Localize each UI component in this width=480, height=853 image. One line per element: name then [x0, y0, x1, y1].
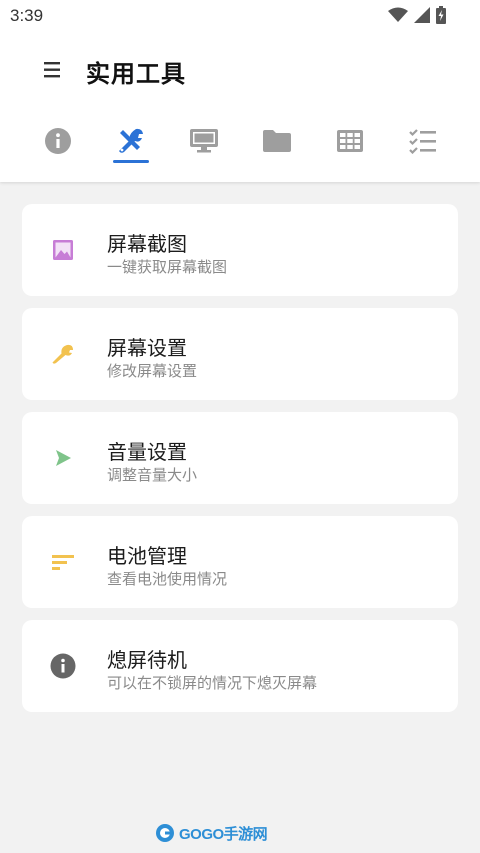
watermark-text: GOGO手游网	[179, 825, 268, 843]
tab-files[interactable]	[257, 124, 297, 158]
card-subtitle: 可以在不锁屏的情况下熄灭屏幕	[107, 674, 318, 692]
card-subtitle: 一键获取屏幕截图	[107, 258, 228, 276]
tab-tasks[interactable]	[403, 124, 443, 158]
folder-icon	[263, 130, 291, 152]
tab-selected-indicator	[113, 160, 149, 163]
card-title: 音量设置	[107, 440, 187, 464]
signal-icon	[414, 7, 430, 23]
card-volume-settings[interactable]: 音量设置 调整音量大小	[22, 412, 458, 504]
info-icon	[50, 653, 76, 679]
card-subtitle: 调整音量大小	[107, 466, 198, 484]
menu-button[interactable]	[40, 58, 66, 82]
card-icon	[50, 237, 76, 263]
tab-apps[interactable]	[330, 124, 370, 158]
monitor-icon	[190, 129, 218, 153]
status-icons	[388, 6, 446, 24]
card-icon	[50, 549, 76, 575]
wifi-icon	[388, 7, 408, 22]
tab-bar	[0, 118, 480, 168]
card-title: 熄屏待机	[107, 648, 187, 672]
hamburger-menu-icon	[44, 62, 60, 78]
card-screen-settings[interactable]: 屏幕设置 修改屏幕设置	[22, 308, 458, 400]
checklist-icon	[409, 129, 436, 154]
battery-icon	[436, 6, 446, 24]
card-icon	[50, 445, 76, 471]
card-subtitle: 修改屏幕设置	[107, 362, 198, 380]
tab-display[interactable]	[184, 124, 224, 158]
info-icon	[45, 128, 71, 154]
card-icon	[50, 341, 76, 367]
image-icon	[53, 240, 73, 260]
status-time: 3:39	[10, 6, 44, 25]
tab-info[interactable]	[38, 124, 78, 158]
grid-icon	[337, 130, 363, 152]
sort-lines-icon	[52, 555, 74, 570]
wrench-icon	[52, 344, 73, 364]
watermark: GOGO手游网	[154, 822, 268, 844]
tab-tools[interactable]	[111, 124, 151, 158]
card-screenshot[interactable]: 屏幕截图 一键获取屏幕截图	[22, 204, 458, 296]
card-title: 电池管理	[107, 544, 187, 568]
card-screen-off-standby[interactable]: 熄屏待机 可以在不锁屏的情况下熄灭屏幕	[22, 620, 458, 712]
play-icon	[56, 450, 71, 466]
card-subtitle: 查看电池使用情况	[107, 570, 228, 588]
card-icon	[50, 653, 76, 679]
app-header: 3:39 实用工具	[0, 0, 480, 182]
card-title: 屏幕设置	[107, 336, 187, 360]
gogo-logo-icon	[156, 824, 174, 842]
card-battery[interactable]: 电池管理 查看电池使用情况	[22, 516, 458, 608]
tools-icon	[119, 128, 143, 153]
page-title: 实用工具	[86, 60, 186, 88]
status-bar: 3:39	[0, 0, 480, 34]
card-title: 屏幕截图	[107, 232, 187, 256]
